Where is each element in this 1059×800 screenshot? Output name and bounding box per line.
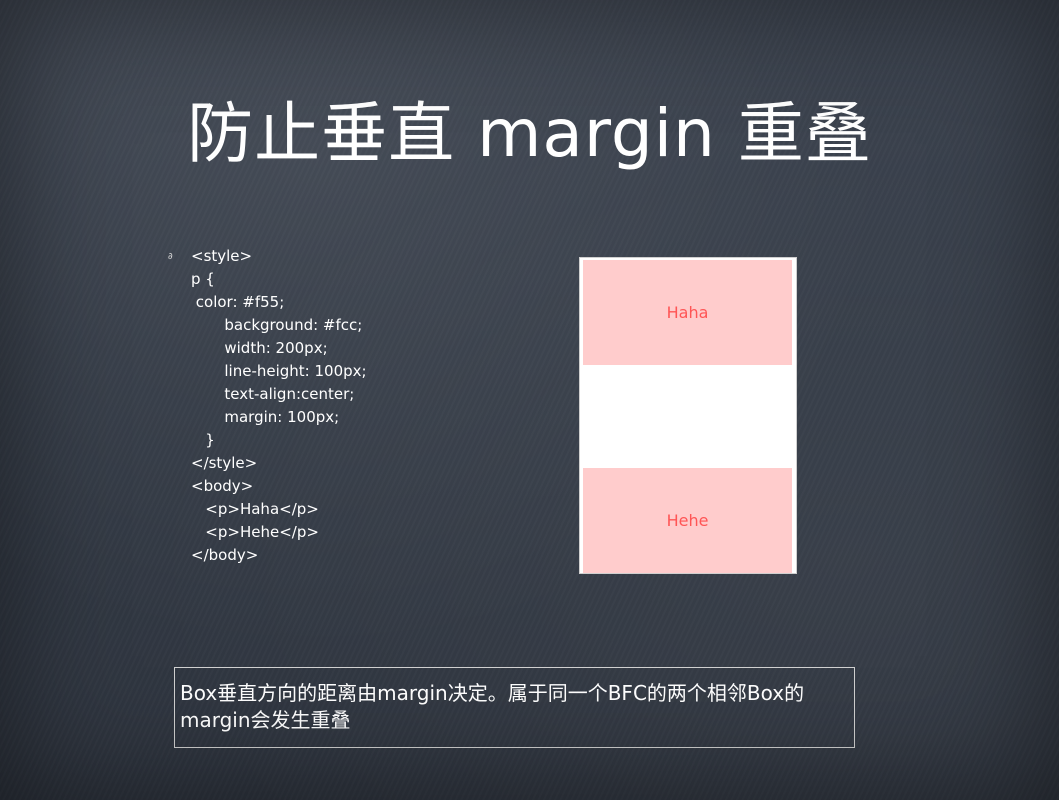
code-line: <p>Hehe</p> <box>191 523 319 541</box>
slide-title: 防止垂直 margin 重叠 <box>187 95 872 172</box>
code-line: } <box>191 431 215 449</box>
code-line: text-align:center; <box>191 385 355 403</box>
code-line: background: #fcc; <box>191 316 363 334</box>
code-line: <body> <box>191 477 254 495</box>
code-line: margin: 100px; <box>191 408 340 426</box>
slide: 防止垂直 margin 重叠 ∂ <style> p { color: #f55… <box>0 0 1059 800</box>
demo-paragraph-hehe: Hehe <box>583 468 792 573</box>
demo-render-box: Haha Hehe <box>579 257 797 574</box>
demo-paragraph-haha: Haha <box>583 260 792 365</box>
code-line: </style> <box>191 454 258 472</box>
code-block: <style> p { color: #f55; background: #fc… <box>191 245 367 567</box>
code-line: width: 200px; <box>191 339 328 357</box>
bullet-icon: ∂ <box>168 252 173 262</box>
code-line: </body> <box>191 546 259 564</box>
code-line: line-height: 100px; <box>191 362 367 380</box>
code-line: <p>Haha</p> <box>191 500 319 518</box>
note-box: Box垂直方向的距离由margin决定。属于同一个BFC的两个相邻Box的mar… <box>174 667 855 748</box>
code-line: p { <box>191 270 215 288</box>
code-line: <style> <box>191 247 253 265</box>
code-line: color: #f55; <box>191 293 285 311</box>
